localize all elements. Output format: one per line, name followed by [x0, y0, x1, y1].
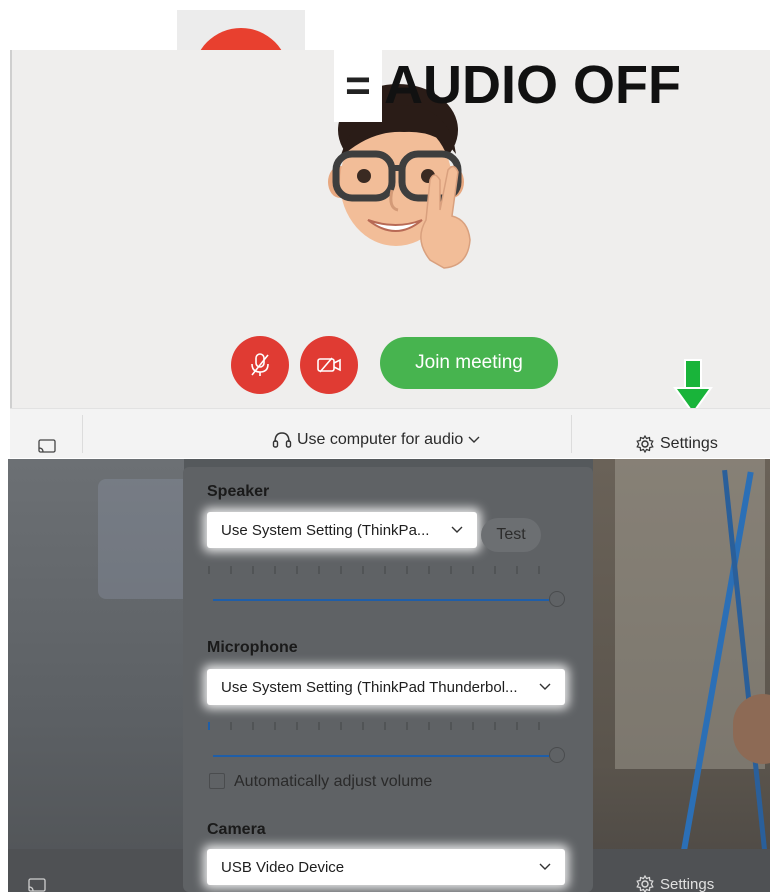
chevron-down-icon — [539, 863, 551, 870]
gear-icon — [636, 435, 654, 453]
chevron-down-icon — [539, 683, 551, 690]
microphone-volume-slider[interactable] — [213, 755, 549, 757]
speaker-title: Speaker — [207, 483, 270, 500]
audio-off-caption: AUDIO OFF — [384, 55, 681, 115]
headset-icon — [272, 432, 292, 448]
mute-audio-button[interactable] — [231, 336, 289, 394]
camera-selected-value: USB Video Device — [221, 858, 345, 876]
join-meeting-button[interactable]: Join meeting — [380, 337, 558, 389]
microphone-selected-value: Use System Setting (ThinkPad Thunderbol.… — [221, 678, 518, 696]
speaker-test-button[interactable]: Test — [481, 518, 541, 552]
equals-label: = — [334, 50, 382, 122]
speaker-level-meter — [208, 566, 540, 574]
red-indicator-crop — [177, 10, 305, 50]
screenshot-composite: = AUDIO OFF Join meeting Use computer fo… — [0, 0, 770, 892]
auto-adjust-volume-label: Automatically adjust volume — [234, 773, 433, 790]
chevron-down-icon — [468, 436, 480, 443]
settings-button[interactable]: Settings — [636, 875, 714, 892]
divider — [82, 415, 83, 453]
microphone-title: Microphone — [207, 639, 298, 656]
camera-off-icon — [317, 357, 341, 373]
video-background-right — [593, 459, 770, 892]
divider — [571, 415, 572, 453]
speaker-selected-value: Use System Setting (ThinkPa... — [221, 521, 430, 539]
preview-bottom-bar: Use computer for audio Settings — [10, 408, 770, 458]
speaker-volume-knob[interactable] — [549, 591, 565, 607]
auto-adjust-volume-checkbox[interactable] — [209, 773, 225, 789]
camera-title: Camera — [207, 821, 266, 838]
settings-view: Settings Speaker Use System Setting (Thi… — [8, 459, 770, 892]
audio-connection-dropdown[interactable]: Use computer for audio — [272, 431, 480, 449]
settings-button[interactable]: Settings — [636, 435, 718, 453]
cast-icon[interactable] — [38, 439, 56, 453]
microphone-volume-knob[interactable] — [549, 747, 565, 763]
chevron-down-icon — [451, 526, 463, 533]
video-background-left — [8, 459, 208, 892]
speaker-select[interactable]: Use System Setting (ThinkPa... — [207, 512, 477, 548]
camera-select[interactable]: USB Video Device — [207, 849, 565, 885]
panel-edge — [10, 50, 12, 410]
microphone-select[interactable]: Use System Setting (ThinkPad Thunderbol.… — [207, 669, 565, 705]
audio-video-settings-popup: Speaker Use System Setting (ThinkPa... T… — [183, 467, 593, 892]
stop-video-button[interactable] — [300, 336, 358, 394]
microphone-level-meter — [208, 722, 540, 730]
audio-option-label: Use computer for audio — [297, 431, 464, 448]
settings-label: Settings — [660, 875, 715, 892]
cast-icon[interactable] — [28, 878, 46, 892]
red-record-dot — [193, 28, 289, 50]
microphone-muted-icon — [251, 353, 269, 376]
speaker-volume-slider[interactable] — [213, 599, 549, 601]
gear-icon — [636, 875, 654, 892]
settings-label: Settings — [660, 435, 718, 452]
